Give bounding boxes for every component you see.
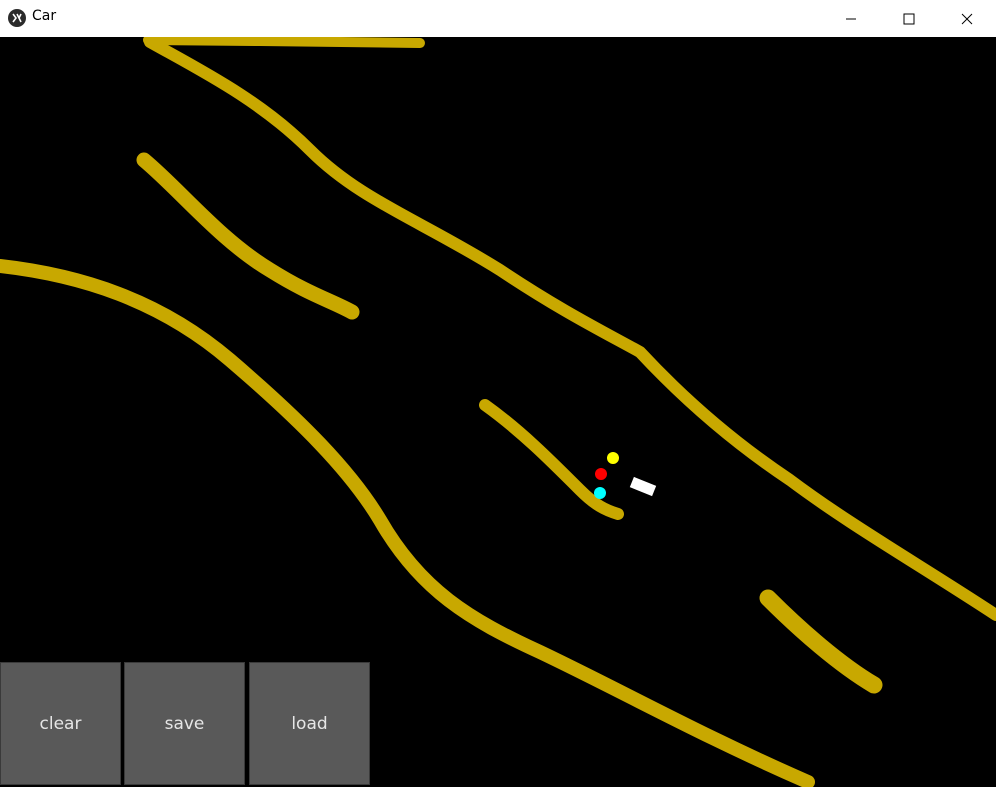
save-button[interactable]: save xyxy=(124,662,245,785)
minimize-button[interactable] xyxy=(822,0,880,37)
close-button[interactable] xyxy=(938,0,996,37)
sensor-cyan xyxy=(594,487,606,499)
close-icon xyxy=(961,13,973,24)
sensor-yellow xyxy=(607,452,619,464)
clear-button[interactable]: clear xyxy=(0,662,121,785)
sand-stroke-right-short xyxy=(759,589,883,694)
car xyxy=(629,476,657,497)
kivy-icon xyxy=(8,9,26,27)
sensor-red xyxy=(595,468,607,480)
window-title: Car xyxy=(32,8,57,24)
title-bar: Car xyxy=(0,0,996,37)
sand-stroke-lower-road xyxy=(0,259,815,787)
maximize-button[interactable] xyxy=(880,0,938,37)
sand-stroke-upper-road xyxy=(144,37,996,621)
sand-stroke-top xyxy=(143,37,425,48)
sand-stroke-left-short xyxy=(136,152,360,320)
maximize-icon xyxy=(903,13,915,24)
load-button[interactable]: load xyxy=(249,662,370,785)
minimize-icon xyxy=(846,18,856,19)
